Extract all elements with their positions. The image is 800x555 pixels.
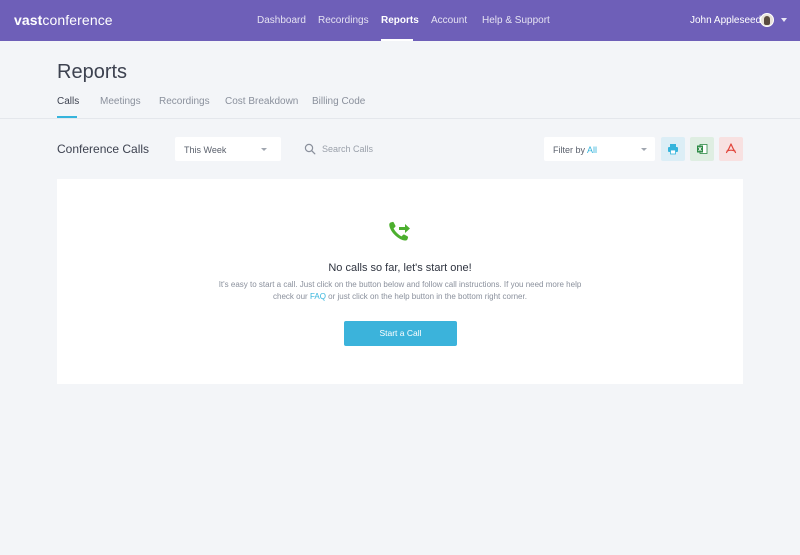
avatar[interactable]: [760, 13, 774, 27]
pdf-icon: [725, 143, 737, 154]
user-name[interactable]: John Appleseed: [690, 15, 761, 26]
phone-forward-icon: [389, 221, 410, 241]
app-logo[interactable]: vastconference: [14, 12, 113, 28]
nav-dashboard[interactable]: Dashboard: [257, 15, 306, 26]
filter-value: All: [587, 145, 598, 155]
print-button[interactable]: [661, 137, 685, 161]
section-title: Conference Calls: [57, 142, 150, 156]
top-navbar: vastconference Dashboard Recordings Repo…: [0, 0, 800, 41]
period-select-value: This Week: [184, 145, 227, 155]
nav-account[interactable]: Account: [431, 15, 467, 26]
search-input[interactable]: [322, 140, 522, 158]
excel-export-button[interactable]: [690, 137, 714, 161]
tab-active-indicator: [57, 116, 77, 118]
excel-icon: [697, 144, 708, 154]
nav-recordings[interactable]: Recordings: [318, 15, 369, 26]
logo-rest-text: conference: [42, 12, 113, 28]
start-call-button[interactable]: Start a Call: [344, 321, 457, 346]
logo-bold-text: vast: [14, 12, 43, 28]
user-menu-chevron-down-icon[interactable]: [781, 18, 787, 22]
filter-select[interactable]: Filter by All: [544, 137, 655, 161]
page-title: Reports: [57, 61, 128, 83]
faq-link[interactable]: FAQ: [310, 292, 326, 301]
print-icon: [668, 144, 678, 155]
empty-state-title: No calls so far, let's start one!: [328, 262, 472, 274]
chevron-down-icon: [261, 148, 267, 151]
search-icon: [304, 143, 316, 155]
nav-reports[interactable]: Reports: [381, 15, 419, 26]
pdf-export-button[interactable]: [719, 137, 743, 161]
nav-help-support[interactable]: Help & Support: [482, 15, 550, 26]
period-select[interactable]: This Week: [175, 137, 281, 161]
page-header: Reports Calls Meetings Recordings Cost B…: [0, 41, 800, 119]
tab-cost-breakdown[interactable]: Cost Breakdown: [225, 96, 298, 107]
filter-label: Filter by All: [553, 145, 597, 155]
empty-state-text-before: check our: [273, 292, 310, 301]
tab-recordings[interactable]: Recordings: [159, 96, 210, 107]
chevron-down-icon: [641, 148, 647, 151]
tab-meetings[interactable]: Meetings: [100, 96, 141, 107]
empty-state-text-after: or just click on the help button in the …: [325, 292, 527, 301]
filter-label-text: Filter by: [553, 145, 586, 155]
empty-state-text-line1: It's easy to start a call. Just click on…: [218, 280, 582, 289]
tab-billing-code[interactable]: Billing Code: [312, 96, 365, 107]
tab-calls[interactable]: Calls: [57, 96, 79, 107]
empty-state-text-line2: check our FAQ or just click on the help …: [0, 291, 800, 303]
